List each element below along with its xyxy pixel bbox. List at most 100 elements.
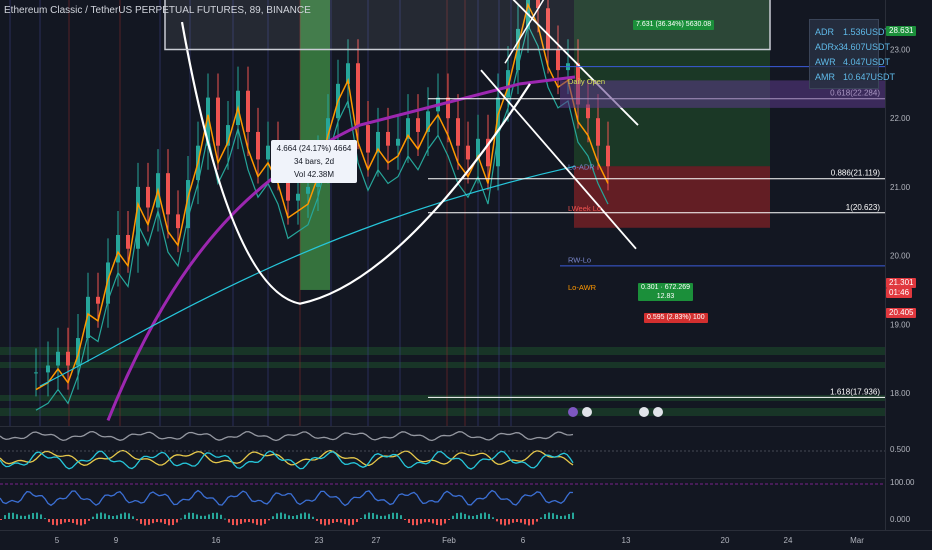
histogram-bar xyxy=(20,515,22,519)
histogram-bar xyxy=(472,515,474,519)
histogram-bar xyxy=(192,512,194,519)
histogram-bar xyxy=(168,519,170,526)
time-tick-label: 27 xyxy=(372,536,381,545)
histogram-bar xyxy=(280,512,282,519)
histogram-bar xyxy=(480,513,482,519)
histogram-bar xyxy=(504,519,506,526)
histogram-bar xyxy=(388,514,390,519)
histogram-bar xyxy=(144,519,146,526)
candle-body xyxy=(96,296,100,304)
candle-body xyxy=(56,351,60,366)
histogram-bar xyxy=(152,519,154,524)
histogram-bar xyxy=(448,519,450,520)
histogram-bar xyxy=(140,519,142,524)
candle-body xyxy=(306,186,310,194)
histogram-bar xyxy=(180,518,182,520)
histogram-bar xyxy=(108,515,110,519)
histogram-bar xyxy=(572,512,574,519)
candle-body xyxy=(146,186,150,208)
time-tick-label: 16 xyxy=(212,536,221,545)
time-tick-label: Feb xyxy=(442,536,456,545)
histogram-bar xyxy=(452,515,454,519)
histogram-bar xyxy=(532,519,534,525)
stat-label-amr: AMR xyxy=(815,72,835,82)
measure-line-3: Vol 42.38M xyxy=(293,170,335,179)
histogram-bar xyxy=(12,512,14,519)
histogram-bar xyxy=(240,519,242,524)
histogram-bar xyxy=(104,513,106,519)
histogram-bar xyxy=(228,519,230,523)
level-label: Daily Open xyxy=(568,77,605,86)
stat-label-awr: AWR xyxy=(815,57,836,67)
histogram-bar xyxy=(524,519,526,525)
histogram-bar xyxy=(436,519,438,525)
price-tick-label: 18.00 xyxy=(890,389,911,398)
histogram-bar xyxy=(148,519,150,525)
price-tick-label: 20.00 xyxy=(890,252,911,261)
histogram-bar xyxy=(80,519,82,526)
price-tick-label: 22.00 xyxy=(890,114,911,123)
candle-body xyxy=(416,118,420,132)
histogram-bar xyxy=(32,513,34,519)
stat-value-adr: 1.536USDT xyxy=(843,27,891,37)
pane-divider xyxy=(0,530,932,531)
histogram-bar xyxy=(48,519,50,523)
histogram-bar xyxy=(340,519,342,523)
histogram-bar xyxy=(464,513,466,519)
histogram-bar xyxy=(460,512,462,519)
histogram-bar xyxy=(100,512,102,519)
histogram-bar xyxy=(344,519,346,525)
time-tick-label: 9 xyxy=(114,536,119,545)
candle-body xyxy=(136,186,140,249)
histogram-bar xyxy=(204,515,206,519)
histogram-bar xyxy=(412,519,414,526)
oscillator-tick-label: 0.000 xyxy=(890,515,911,524)
candle-body xyxy=(466,145,470,160)
histogram-bar xyxy=(164,519,166,524)
current-price-label: 21.301 xyxy=(886,278,917,288)
pane-divider xyxy=(0,426,885,427)
histogram-bar xyxy=(52,519,54,525)
histogram-bar xyxy=(184,514,186,519)
histogram-bar xyxy=(128,513,130,519)
histogram-bar xyxy=(132,516,134,519)
histogram-bar xyxy=(212,512,214,519)
histogram-bar xyxy=(468,515,470,519)
histogram-bar xyxy=(220,514,222,519)
histogram-bar xyxy=(512,519,514,523)
histogram-bar xyxy=(88,519,90,521)
histogram-bar xyxy=(416,519,418,526)
stat-value-amr: 10.647USDT xyxy=(843,72,896,82)
histogram-bar xyxy=(544,514,546,519)
histogram-bar xyxy=(16,514,18,519)
candle-body xyxy=(126,234,130,249)
histogram-bar xyxy=(156,519,158,523)
histogram-bar xyxy=(528,519,530,526)
candle-body xyxy=(216,97,220,146)
fib-level-label: 1.618(17.936) xyxy=(830,387,880,396)
histogram-bar xyxy=(124,512,126,519)
lightning-icon xyxy=(568,407,578,417)
level-label: Lo-ADR xyxy=(568,163,595,172)
histogram-bar xyxy=(432,519,434,524)
candle-body xyxy=(556,49,560,71)
stat-value-awr: 4.047USDT xyxy=(843,57,891,67)
histogram-bar xyxy=(24,515,26,519)
histogram-bar xyxy=(484,512,486,519)
candle-body xyxy=(66,351,70,366)
price-chart[interactable]: 0(24.971)0.618(22.284)0.886(21.119)1(20.… xyxy=(0,0,932,550)
histogram-bar xyxy=(236,519,238,526)
price-tick-label: 19.00 xyxy=(890,320,911,329)
measure-tooltip: 4.664 (24.17%) 4664 34 bars, 2d Vol 42.3… xyxy=(271,140,357,183)
histogram-bar xyxy=(288,515,290,519)
histogram-bar xyxy=(440,519,442,526)
level-label: Lo-AWR xyxy=(568,283,597,292)
histogram-bar xyxy=(196,514,198,519)
histogram-bar xyxy=(160,519,162,523)
histogram-bar xyxy=(332,519,334,523)
histogram-bar xyxy=(264,519,266,524)
histogram-bar xyxy=(232,519,234,526)
histogram-bar xyxy=(548,512,550,519)
histogram-bar xyxy=(304,512,306,519)
histogram-bar xyxy=(92,516,94,519)
